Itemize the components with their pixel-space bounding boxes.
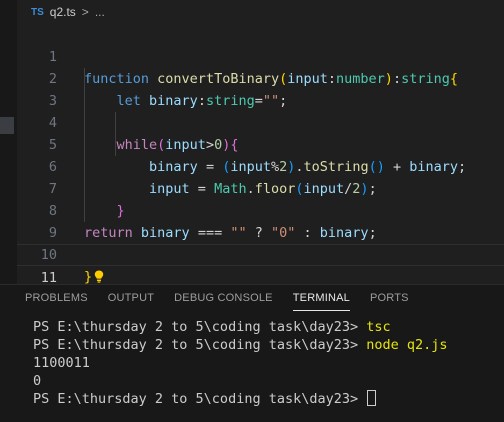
terminal-output-line: 1100011 [33,355,90,371]
code-line-10[interactable]: 10 } [17,222,504,285]
terminal-line: PS E:\thursday 2 to 5\coding task\day23> [33,390,504,408]
code-line-1[interactable]: 1 function convertToBinary(input:number)… [17,24,504,87]
activity-gutter [0,0,17,284]
terminal-prompt: PS E:\thursday 2 to 5\coding task\day23> [33,319,359,335]
terminal-line: PS E:\thursday 2 to 5\coding task\day23>… [33,336,504,354]
chevron-right-icon: > [81,5,89,19]
code-line-5[interactable]: 5 binary = (input%2).toString() + binary… [17,112,504,175]
code-line-6[interactable]: 6 input = Math.floor(input/2); [17,134,504,197]
tab-debug-console[interactable]: DEBUG CONSOLE [174,285,273,311]
breadcrumb: TS q2.ts > ... [17,0,504,24]
terminal-prompt: PS E:\thursday 2 to 5\coding task\day23> [33,337,359,353]
bottom-panel: PROBLEMS OUTPUT DEBUG CONSOLE TERMINAL P… [0,284,504,422]
code-line-3[interactable]: 3 [17,68,504,109]
terminal-line: PS E:\thursday 2 to 5\coding task\day23>… [33,318,504,336]
terminal-command: node q2.js [366,337,448,353]
code-line-2[interactable]: 2 let binary:string=""; [17,46,504,109]
code-editor[interactable]: 1 function convertToBinary(input:number)… [17,24,504,329]
breadcrumb-file[interactable]: q2.ts [50,5,76,19]
code-line-4[interactable]: 4 while(input>0){ [17,90,504,153]
terminal-command: tsc [366,319,391,335]
code-line-11[interactable]: 11 console.log(convertToBinary(99)); [17,244,504,308]
typescript-file-icon: TS [31,6,44,18]
tab-ports[interactable]: PORTS [370,285,409,311]
code-line-7[interactable]: 7 } [17,156,504,219]
panel-tabs: PROBLEMS OUTPUT DEBUG CONSOLE TERMINAL P… [0,285,504,311]
terminal-output[interactable]: PS E:\thursday 2 to 5\coding task\day23>… [0,311,504,408]
terminal-prompt: PS E:\thursday 2 to 5\coding task\day23> [33,391,359,407]
tab-problems[interactable]: PROBLEMS [25,285,88,311]
gutter-marker [0,117,14,134]
tab-terminal[interactable]: TERMINAL [292,285,350,311]
terminal-cursor[interactable] [367,390,377,406]
code-line-9[interactable]: 9 [17,200,504,241]
terminal-output-line: 0 [33,373,42,389]
tab-output[interactable]: OUTPUT [108,285,154,311]
code-line-8[interactable]: 8 return binary === "" ? "0" : binary; [17,178,504,241]
breadcrumb-symbol[interactable]: ... [95,5,105,19]
